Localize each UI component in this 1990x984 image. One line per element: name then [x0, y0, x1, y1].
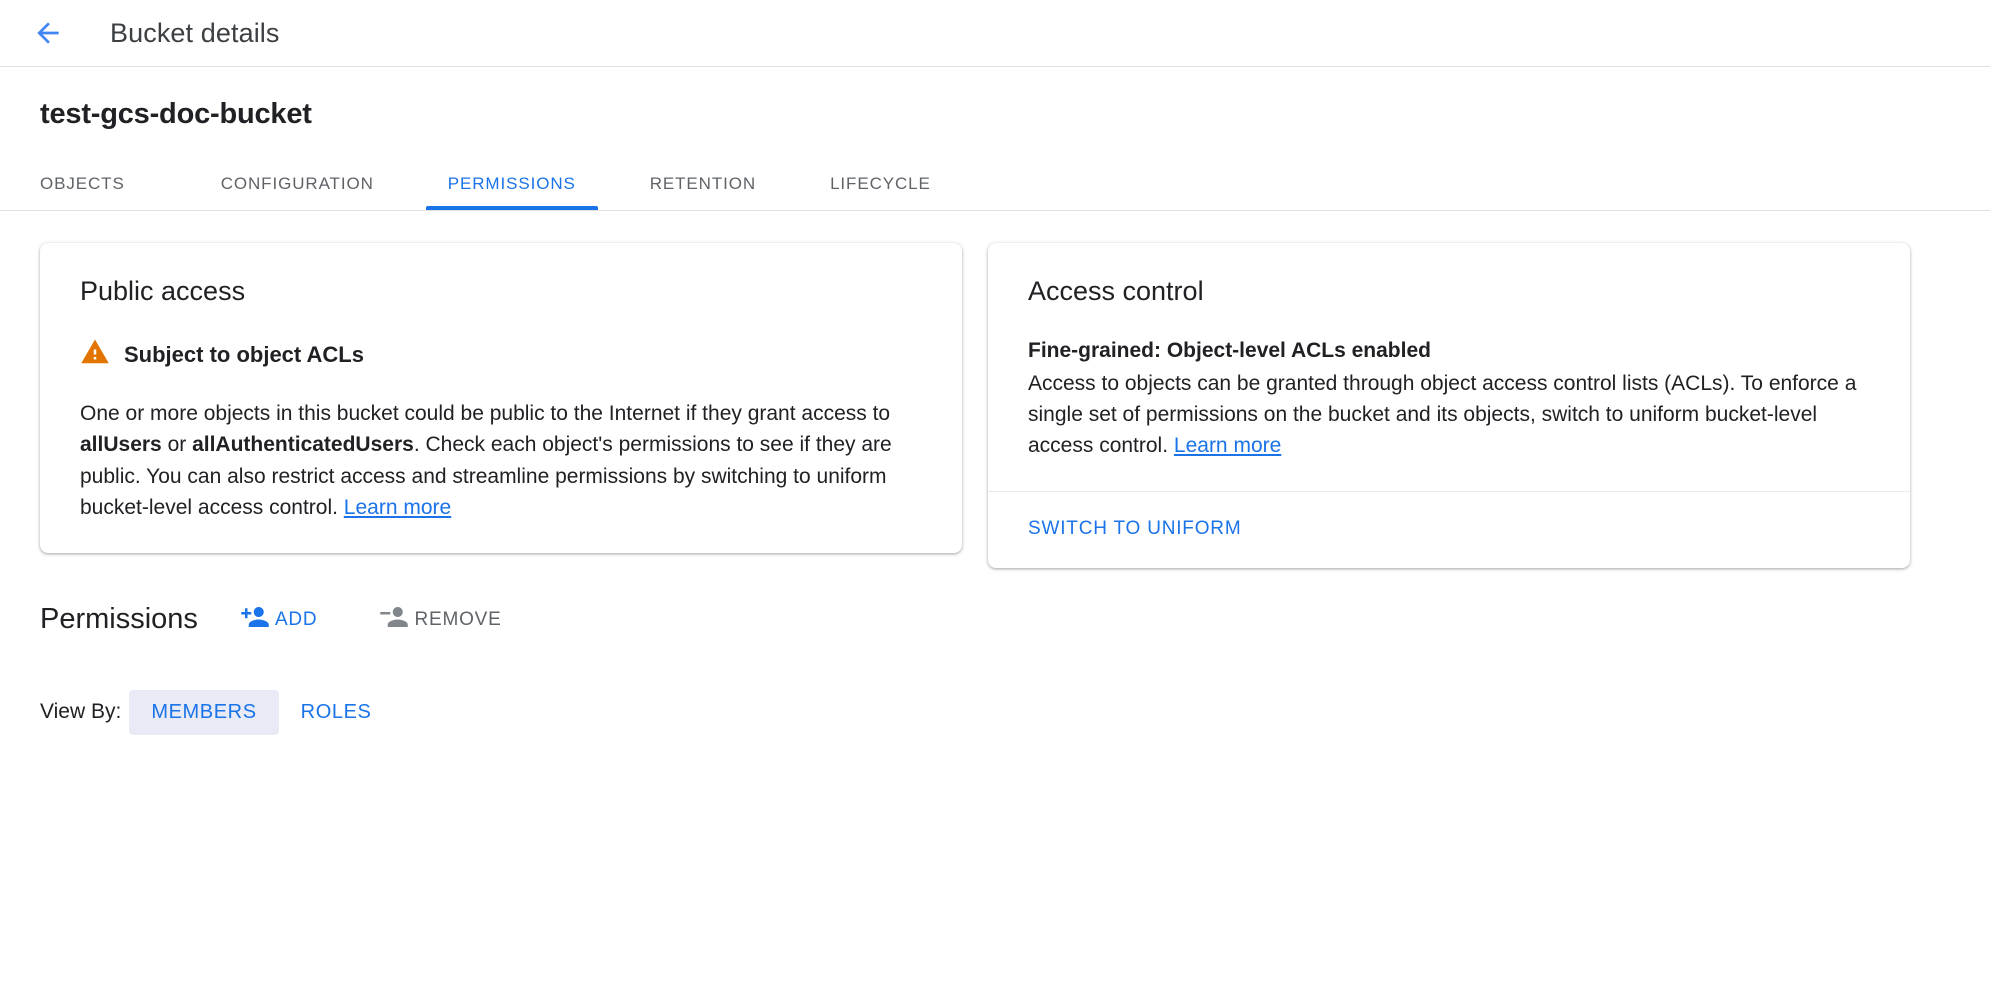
- permissions-title: Permissions: [40, 603, 198, 636]
- public-access-card: Public access Subject to object ACLs One…: [40, 243, 962, 553]
- all-users-term: allUsers: [80, 433, 162, 456]
- permissions-section: Permissions ADD REMOVE View By: MEMBERS: [0, 568, 1990, 735]
- person-add-icon: [240, 602, 270, 638]
- remove-member-button[interactable]: REMOVE: [379, 602, 501, 638]
- tab-permissions[interactable]: PERMISSIONS: [426, 158, 598, 210]
- access-control-subhead: Fine-grained: Object-level ACLs enabled: [1028, 337, 1870, 365]
- view-by-roles-button[interactable]: ROLES: [279, 690, 394, 735]
- tab-objects[interactable]: OBJECTS: [40, 158, 147, 210]
- tab-lifecycle[interactable]: LIFECYCLE: [808, 158, 953, 210]
- app-bar: Bucket details: [0, 0, 1990, 67]
- warning-triangle-icon: [80, 337, 110, 372]
- all-authenticated-users-term: allAuthenticatedUsers: [192, 433, 414, 456]
- access-control-title: Access control: [1028, 275, 1870, 307]
- public-access-title: Public access: [80, 275, 922, 307]
- permissions-header: Permissions ADD REMOVE: [40, 602, 1950, 638]
- tab-configuration[interactable]: CONFIGURATION: [199, 158, 396, 210]
- tab-retention[interactable]: RETENTION: [628, 158, 778, 210]
- view-by-row: View By: MEMBERS ROLES: [40, 638, 1950, 735]
- tab-label: OBJECTS: [40, 174, 125, 194]
- switch-to-uniform-button[interactable]: SWITCH TO UNIFORM: [1028, 518, 1241, 540]
- tab-bar: OBJECTS CONFIGURATION PERMISSIONS RETENT…: [0, 159, 1990, 211]
- page-heading: test-gcs-doc-bucket: [0, 67, 1990, 129]
- access-control-description: Access to objects can be granted through…: [1028, 368, 1870, 461]
- tab-label: CONFIGURATION: [221, 174, 374, 194]
- app-bar-title: Bucket details: [110, 18, 280, 49]
- cards-row: Public access Subject to object ACLs One…: [0, 211, 1990, 568]
- description-part-2: or: [162, 433, 192, 456]
- add-member-button[interactable]: ADD: [240, 602, 318, 638]
- access-control-learn-more-link[interactable]: Learn more: [1174, 434, 1281, 457]
- public-access-status-text: Subject to object ACLs: [124, 342, 364, 368]
- view-by-members-button[interactable]: MEMBERS: [129, 690, 278, 735]
- access-control-body-text: Access to objects can be granted through…: [1028, 372, 1856, 457]
- tab-label: LIFECYCLE: [830, 174, 931, 194]
- view-by-label: View By:: [40, 700, 121, 724]
- public-access-card-body: Public access Subject to object ACLs One…: [40, 243, 962, 553]
- tab-label: PERMISSIONS: [448, 174, 576, 194]
- arrow-left-icon: [32, 17, 64, 49]
- access-control-card-body: Access control Fine-grained: Object-leve…: [988, 243, 1910, 491]
- public-access-description: One or more objects in this bucket could…: [80, 398, 922, 522]
- public-access-status: Subject to object ACLs: [80, 337, 922, 372]
- public-access-learn-more-link[interactable]: Learn more: [344, 496, 451, 519]
- bucket-name: test-gcs-doc-bucket: [40, 100, 1990, 129]
- remove-member-label: REMOVE: [414, 609, 501, 631]
- access-control-card: Access control Fine-grained: Object-leve…: [988, 243, 1910, 568]
- tab-label: RETENTION: [650, 174, 756, 194]
- back-button[interactable]: [24, 9, 72, 57]
- add-member-label: ADD: [275, 609, 318, 631]
- person-remove-icon: [379, 602, 409, 638]
- description-part-1: One or more objects in this bucket could…: [80, 402, 890, 425]
- access-control-card-actions: SWITCH TO UNIFORM: [988, 492, 1910, 568]
